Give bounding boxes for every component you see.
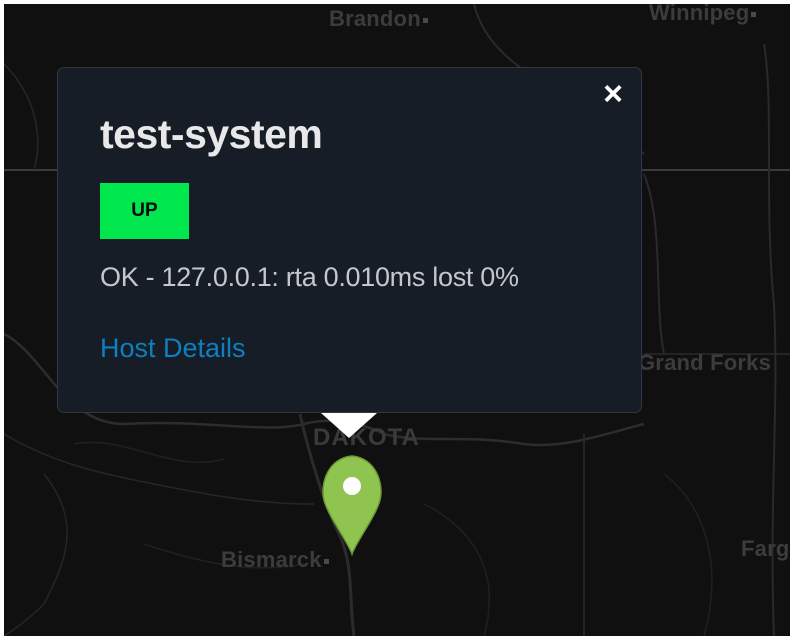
city-label-winnipeg: Winnipeg xyxy=(649,4,757,26)
city-label-brandon: Brandon xyxy=(329,6,428,32)
host-details-link[interactable]: Host Details xyxy=(100,333,246,364)
city-label-grand-forks: Grand Forks xyxy=(638,350,772,375)
host-name: test-system xyxy=(100,111,323,157)
host-popup: × test-system UP OK - 127.0.0.1: rta 0.0… xyxy=(57,67,642,413)
city-label-bismarck: Bismarck xyxy=(221,547,329,573)
map-pin-icon[interactable] xyxy=(320,454,384,563)
popup-pointer xyxy=(321,413,377,438)
city-label-fargo: Farg xyxy=(741,536,790,561)
close-icon[interactable]: × xyxy=(598,77,628,111)
status-badge: UP xyxy=(100,183,189,239)
status-output: OK - 127.0.0.1: rta 0.010ms lost 0% xyxy=(100,262,519,292)
